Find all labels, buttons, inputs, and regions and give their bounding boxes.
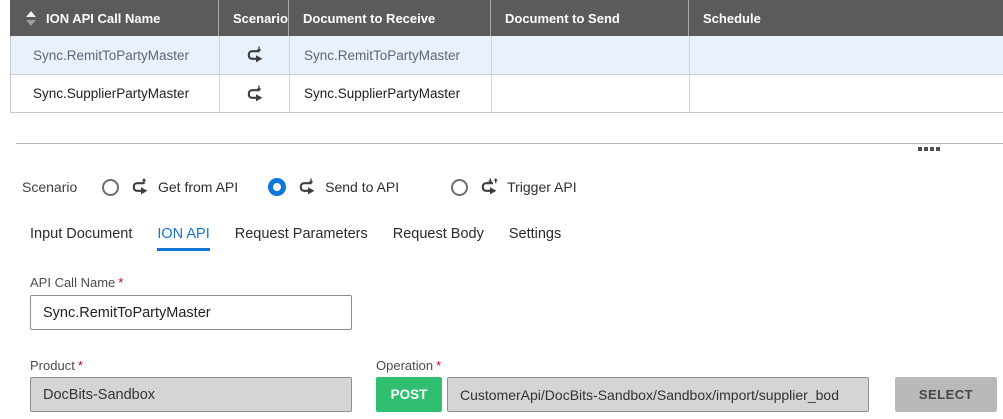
drag-handle-dots-icon[interactable] bbox=[918, 147, 940, 151]
column-header-label: Document to Send bbox=[505, 11, 620, 26]
radio-option-send-to-api[interactable]: Send to API bbox=[268, 178, 399, 196]
column-header-schedule: Schedule bbox=[688, 0, 1003, 36]
operation-path-field bbox=[447, 377, 869, 412]
column-header-label: ION API Call Name bbox=[46, 11, 160, 26]
radio-option-label[interactable]: Trigger API bbox=[507, 179, 577, 195]
cell-document-to-receive: Sync.RemitToPartyMaster bbox=[289, 36, 491, 74]
api-call-name-input[interactable] bbox=[30, 295, 352, 330]
column-header-label: Scenario bbox=[233, 11, 288, 26]
sort-arrows-icon bbox=[26, 11, 36, 26]
column-header-ion-api-call-name[interactable]: ION API Call Name bbox=[10, 0, 218, 36]
table-row[interactable]: Sync.RemitToPartyMaster Sync.RemitToPart… bbox=[10, 36, 1003, 75]
tab-settings[interactable]: Settings bbox=[509, 226, 561, 251]
tab-request-body[interactable]: Request Body bbox=[393, 226, 484, 251]
cell-api-call-name: Sync.RemitToPartyMaster bbox=[11, 36, 219, 74]
product-label: Product* bbox=[30, 358, 83, 373]
tab-input-document[interactable]: Input Document bbox=[30, 226, 132, 251]
http-method-badge: POST bbox=[376, 377, 442, 412]
pane-splitter-line bbox=[16, 143, 1003, 144]
tab-ion-api[interactable]: ION API bbox=[157, 226, 209, 251]
api-calls-table: ION API Call Name Scenario Document to R… bbox=[10, 0, 1003, 113]
table-header-row: ION API Call Name Scenario Document to R… bbox=[10, 0, 1003, 36]
radio-option-trigger-api[interactable]: Trigger API bbox=[451, 178, 577, 196]
ion-api-config-screen: ION API Call Name Scenario Document to R… bbox=[0, 0, 1003, 419]
column-header-document-to-receive: Document to Receive bbox=[288, 0, 490, 36]
column-header-document-to-send: Document to Send bbox=[490, 0, 688, 36]
cell-document-to-send bbox=[491, 36, 689, 74]
scenario-group-label: Scenario bbox=[22, 179, 102, 195]
column-header-scenario: Scenario bbox=[218, 0, 288, 36]
scenario-radio-group: Scenario Get from API Send to API Trigge… bbox=[22, 175, 577, 199]
column-header-label: Schedule bbox=[703, 11, 761, 26]
cell-schedule bbox=[689, 36, 1003, 74]
detail-tabs: Input Document ION API Request Parameter… bbox=[30, 226, 561, 251]
send-to-api-icon bbox=[297, 178, 317, 196]
radio-option-label[interactable]: Get from API bbox=[158, 179, 238, 195]
radio-button-selected[interactable] bbox=[268, 178, 286, 196]
table-row[interactable]: Sync.SupplierPartyMaster Sync.SupplierPa… bbox=[10, 75, 1003, 113]
required-marker: * bbox=[118, 275, 123, 290]
radio-option-label[interactable]: Send to API bbox=[325, 179, 399, 195]
api-call-name-label: API Call Name* bbox=[30, 275, 123, 290]
cell-document-to-receive: Sync.SupplierPartyMaster bbox=[289, 75, 491, 112]
cell-document-to-send bbox=[491, 75, 689, 112]
radio-button[interactable] bbox=[102, 179, 119, 196]
tab-request-parameters[interactable]: Request Parameters bbox=[235, 226, 368, 251]
get-from-api-icon bbox=[130, 178, 150, 196]
select-operation-button[interactable]: SELECT bbox=[895, 377, 997, 412]
product-field bbox=[30, 377, 352, 412]
radio-button[interactable] bbox=[451, 179, 468, 196]
column-header-label: Document to Receive bbox=[303, 11, 435, 26]
send-to-api-icon bbox=[245, 85, 265, 103]
operation-label: Operation* bbox=[376, 358, 441, 373]
radio-option-get-from-api[interactable]: Get from API bbox=[102, 178, 238, 196]
cell-scenario bbox=[219, 36, 289, 74]
send-to-api-icon bbox=[245, 46, 265, 64]
cell-api-call-name: Sync.SupplierPartyMaster bbox=[11, 75, 219, 112]
required-marker: * bbox=[78, 358, 83, 373]
cell-schedule bbox=[689, 75, 1003, 112]
trigger-api-icon bbox=[479, 178, 499, 196]
cell-scenario bbox=[219, 75, 289, 112]
required-marker: * bbox=[436, 358, 441, 373]
